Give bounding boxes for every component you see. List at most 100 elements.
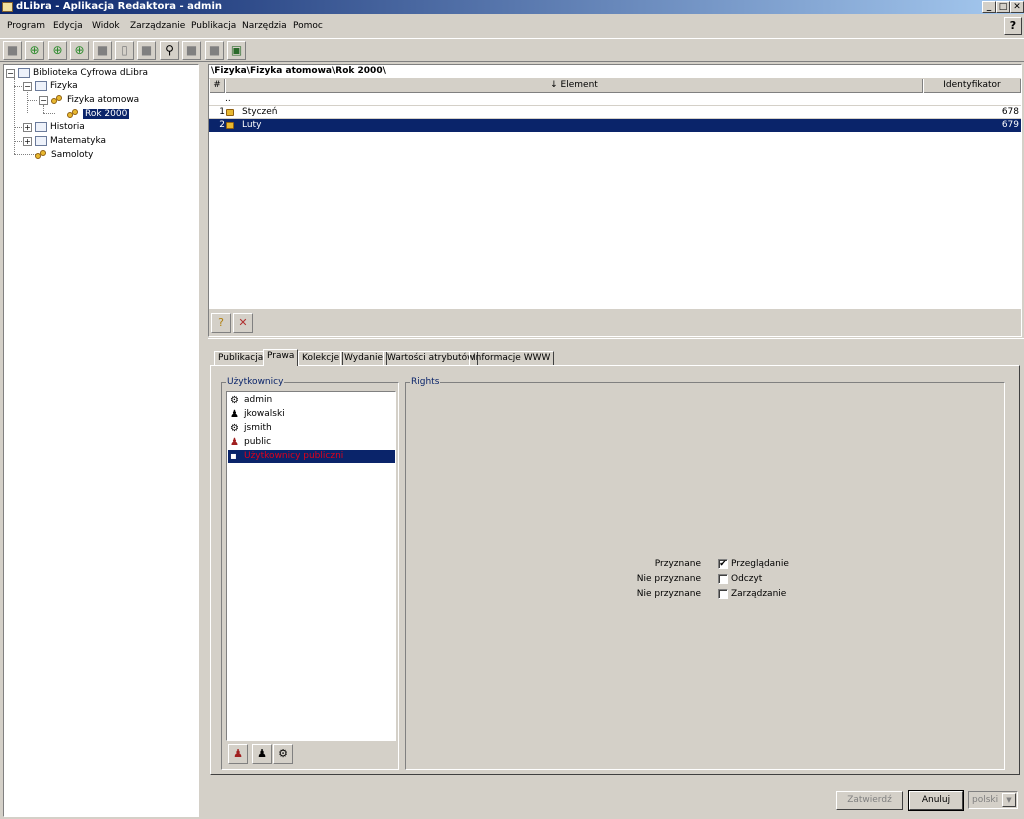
right-label: Zarządzanie [731, 589, 787, 599]
tree-item-fizyka[interactable]: Fizyka [35, 80, 78, 93]
folder-icon [35, 135, 47, 146]
language-select[interactable]: polski ▼ [968, 791, 1018, 809]
refresh-icon[interactable]: ▣ [227, 41, 246, 60]
list-item[interactable]: ♟ jkowalski [228, 408, 395, 421]
app-icon [2, 2, 13, 12]
confirm-button[interactable]: Zatwierdź [836, 791, 903, 810]
menu-narzedzia[interactable]: Narzędzia [242, 17, 287, 35]
expand-icon[interactable]: + [23, 137, 32, 146]
remove-publication-icon[interactable]: ✕ [233, 313, 253, 333]
folder-icon [18, 67, 30, 78]
column-header-identifier[interactable]: Identyfikator [923, 79, 1021, 93]
tree-item-historia[interactable]: Historia [35, 121, 85, 134]
element-table: .. 1 Styczeń 678 2 Luty 679 [209, 93, 1021, 309]
collection-tree: − Biblioteka Cyfrowa dLibra − Fizyka − F… [3, 64, 199, 817]
publication-icon [226, 107, 239, 117]
properties-icon[interactable]: ■ [137, 41, 156, 60]
rights-legend: Rights [410, 377, 441, 388]
user-buttons: ♟ ♟ ⚙ [226, 741, 396, 767]
table-row-parent[interactable]: .. [209, 93, 1021, 106]
collapse-icon[interactable]: − [39, 96, 48, 105]
add-collection-icon[interactable]: ⊕ [25, 41, 44, 60]
maximize-button[interactable]: □ [996, 1, 1010, 13]
admin-user-icon: ⚙ [230, 423, 239, 434]
collection-icon [67, 108, 80, 119]
vertical-splitter[interactable] [200, 62, 208, 819]
menu-zarzadzanie[interactable]: Zarządzanie [130, 17, 185, 35]
public-group-icon: ♟ [230, 437, 239, 448]
breadcrumb: \Fizyka\Fizyka atomowa\Rok 2000\ [209, 65, 1021, 78]
horizontal-splitter[interactable] [208, 338, 1024, 344]
search-icon[interactable]: ⚲ [160, 41, 179, 60]
minimize-button[interactable]: _ [982, 1, 996, 13]
publication-icon [226, 120, 239, 130]
expand-icon[interactable]: + [23, 123, 32, 132]
list-item[interactable]: ⚙ jsmith [228, 422, 395, 435]
public-users-icon: ▪ [230, 451, 237, 462]
checkbox-odczyt[interactable] [718, 574, 728, 584]
menu-edycja[interactable]: Edycja [53, 17, 83, 35]
folder-icon[interactable]: ■ [3, 41, 22, 60]
column-header-number[interactable]: # [209, 79, 225, 93]
table-footer: ? ✕ [209, 310, 1021, 336]
delete-icon[interactable]: ▯ [115, 41, 134, 60]
list-item[interactable]: ▪ Użytkownicy publiczni [228, 450, 395, 463]
column-header-element[interactable]: ↓ Element [225, 79, 923, 93]
collection-icon [35, 149, 48, 160]
users-legend: Użytkownicy [226, 377, 285, 388]
add-user-icon[interactable]: ♟ [252, 744, 272, 764]
chevron-down-icon[interactable]: ▼ [1002, 793, 1016, 807]
right-label: Odczyt [731, 574, 763, 584]
menu-bar: Program Edycja Widok Zarządzanie Publika… [0, 17, 1024, 35]
collapse-icon[interactable]: − [6, 69, 15, 78]
tree-item-matematyka[interactable]: Matematyka [35, 135, 106, 148]
tab-wartosci-atrybutow[interactable]: Wartości atrybutów [383, 351, 479, 366]
add-admin-icon[interactable]: ⚙ [273, 744, 293, 764]
tab-publikacja[interactable]: Publikacja [214, 351, 268, 366]
list-item[interactable]: ♟ public [228, 436, 395, 449]
title-bar: dLibra - Aplikacja Redaktora - admin _ □… [0, 0, 1024, 14]
window-title: dLibra - Aplikacja Redaktora - admin [16, 1, 223, 12]
add-element-icon[interactable]: ⊕ [48, 41, 67, 60]
copy-icon[interactable]: ■ [182, 41, 201, 60]
user-icon: ♟ [230, 409, 239, 420]
tab-kolekcje[interactable]: Kolekcje [298, 351, 344, 366]
move-icon[interactable]: ■ [205, 41, 224, 60]
publish-icon[interactable]: ■ [93, 41, 112, 60]
right-status: Przyznane [654, 559, 701, 569]
table-header: # ↓ Element Identyfikator [209, 79, 1021, 93]
tab-informacje-www[interactable]: Informacje WWW [469, 351, 555, 366]
menu-widok[interactable]: Widok [92, 17, 120, 35]
folder-icon [35, 80, 47, 91]
checkbox-zarzadzanie[interactable] [718, 589, 728, 599]
add-publication-icon[interactable]: ⊕ [70, 41, 89, 60]
tree-item-root[interactable]: Biblioteka Cyfrowa dLibra [18, 67, 148, 80]
collection-icon [51, 94, 64, 105]
language-value: polski [972, 795, 999, 805]
rights-group: Rights [405, 377, 1005, 770]
right-status: Nie przyznane [636, 574, 701, 584]
right-label: Przeglądanie [731, 559, 789, 569]
checkbox-przegladanie[interactable]: ✔ [718, 559, 728, 569]
list-item[interactable]: ⚙ admin [228, 394, 395, 407]
cancel-button[interactable]: Anuluj [908, 790, 964, 811]
menu-pomoc[interactable]: Pomoc [293, 17, 323, 35]
tree-item-fizyka-atomowa[interactable]: Fizyka atomowa [51, 94, 139, 107]
right-status: Nie przyznane [636, 589, 701, 599]
folder-icon [35, 121, 47, 132]
tab-prawa[interactable]: Prawa [263, 349, 299, 366]
menu-program[interactable]: Program [7, 17, 45, 35]
table-row[interactable]: 1 Styczeń 678 [209, 106, 1021, 119]
help-publication-icon[interactable]: ? [211, 313, 231, 333]
close-button[interactable]: ✕ [1010, 1, 1024, 13]
tree-item-samoloty[interactable]: Samoloty [35, 149, 93, 162]
users-list: ⚙ admin ♟ jkowalski ⚙ jsmith ♟ public ▪ Użytk… [226, 391, 396, 741]
toolbar: ■ ⊕ ⊕ ⊕ ■ ▯ ■ ⚲ ■ ■ ▣ [0, 38, 1024, 62]
add-group-icon[interactable]: ♟ [228, 744, 248, 764]
table-row[interactable]: 2 Luty 679 [209, 119, 1021, 132]
context-help-icon[interactable]: ? [1004, 17, 1022, 35]
collapse-icon[interactable]: − [23, 82, 32, 91]
tab-wydanie[interactable]: Wydanie [340, 351, 388, 366]
menu-publikacja[interactable]: Publikacja [191, 17, 236, 35]
tree-item-rok-2000[interactable]: Rok 2000 [67, 108, 130, 121]
